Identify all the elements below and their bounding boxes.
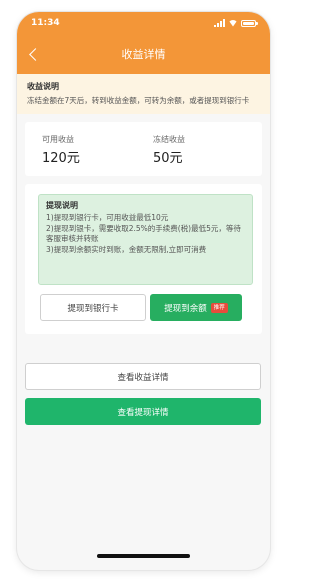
withdraw-to-balance-button[interactable]: 提现到余额 推荐 [150, 294, 242, 321]
withdraw-rules-box: 提现说明 1)提现到银行卡，可用收益最低10元 2)提现到银卡，需要收取2.5%… [38, 194, 253, 285]
earnings-notice: 收益说明 冻结金额在7天后，转到收益金额，可转为余额，或者提现到银行卡 [17, 74, 270, 114]
status-time: 11:34 [31, 18, 60, 28]
withdraw-card: 提现说明 1)提现到银行卡，可用收益最低10元 2)提现到银卡，需要收取2.5%… [25, 184, 262, 334]
withdraw-to-balance-label: 提现到余额 [164, 303, 207, 314]
recommend-badge: 推荐 [210, 302, 228, 313]
notice-text: 冻结金额在7天后，转到收益金额，可转为余额，或者提现到银行卡 [27, 96, 250, 105]
withdraw-to-bank-button[interactable]: 提现到银行卡 [40, 294, 146, 321]
notice-title: 收益说明 [27, 82, 59, 91]
status-icons [214, 19, 258, 27]
view-earnings-details-button[interactable]: 查看收益详情 [25, 363, 261, 390]
wifi-icon [228, 20, 238, 27]
signal-icon [214, 19, 225, 27]
available-earnings-value: 120元 [42, 151, 80, 166]
page-title: 收益详情 [121, 48, 166, 61]
withdraw-rules-title: 提现说明 [46, 201, 78, 210]
withdraw-rule-3: 3)提现到余额实时到账，金额无限制,立即可消费 [46, 244, 207, 254]
frozen-earnings-value: 50元 [153, 151, 183, 166]
phone-screen: 11:34 收益详情 收益说明 冻结金额在7天后，转到收益金额，可转为余额，或者… [17, 12, 270, 570]
home-indicator[interactable] [97, 554, 190, 558]
frozen-earnings-label: 冻结收益 [153, 135, 185, 144]
header: 11:34 收益详情 [17, 12, 270, 74]
nav-bar: 收益详情 [17, 34, 270, 74]
status-bar: 11:34 [17, 12, 270, 34]
back-arrow-icon[interactable] [23, 44, 43, 64]
battery-icon [241, 19, 258, 27]
available-earnings-label: 可用收益 [42, 135, 74, 144]
earnings-card: 可用收益 120元 冻结收益 50元 [25, 122, 262, 176]
view-withdraw-details-button[interactable]: 查看提现详情 [25, 398, 261, 425]
withdraw-rule-1: 1)提现到银行卡，可用收益最低10元 [46, 213, 169, 222]
withdraw-rule-2: 2)提现到银卡，需要收取2.5%的手续费(税)最低5元，等待客服审核并转账 [46, 223, 241, 244]
